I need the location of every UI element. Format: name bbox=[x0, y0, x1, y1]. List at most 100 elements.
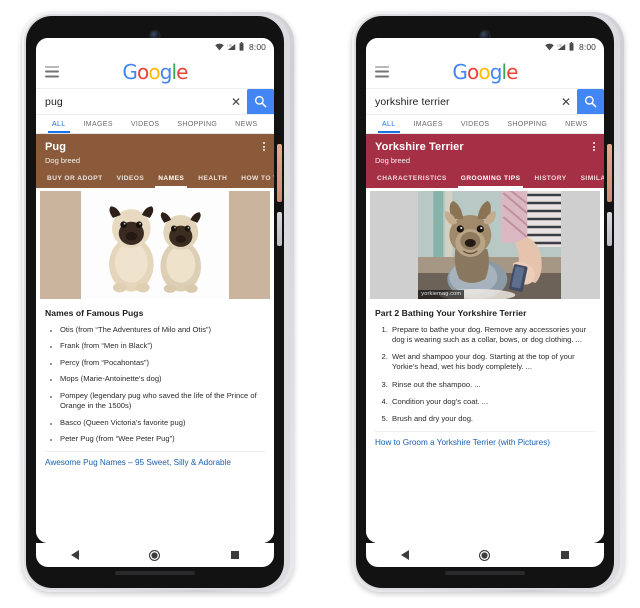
kp-tab-characteristics[interactable]: CHARACTERISTICS bbox=[370, 170, 454, 188]
clear-icon[interactable]: ✕ bbox=[555, 89, 577, 114]
search-bar-left[interactable]: pug ✕ bbox=[36, 88, 274, 115]
article-block-right: Part 2 Bathing Your Yorkshire Terrier Pr… bbox=[366, 299, 604, 447]
serp-tab-shopping[interactable]: SHOPPING bbox=[168, 115, 226, 133]
status-bar-left: LTE 8:00 bbox=[36, 38, 274, 55]
search-input[interactable]: yorkshire terrier bbox=[366, 89, 555, 114]
power-button-right[interactable] bbox=[607, 144, 612, 202]
android-navbar-left[interactable] bbox=[36, 543, 274, 567]
list-item: Rinse out the shampoo. ... bbox=[390, 380, 595, 390]
clear-icon[interactable]: ✕ bbox=[225, 89, 247, 114]
google-header-left: Google bbox=[36, 55, 274, 88]
serp-tab-more[interactable]: MÅ bbox=[267, 115, 274, 133]
list-item: Otis (from “The Adventures of Milo and O… bbox=[60, 325, 265, 335]
serp-tab-images[interactable]: IMAGES bbox=[405, 115, 452, 133]
logo-letter: G bbox=[452, 59, 468, 84]
screenshot-canvas: LTE 8:00 Google pug ✕ ALL IMAGES VIDEOS … bbox=[0, 0, 640, 608]
svg-text:LTE: LTE bbox=[557, 43, 562, 47]
kp-tab-similar-breeds[interactable]: SIMILAR BRE bbox=[574, 170, 604, 188]
google-header-right: Google bbox=[366, 55, 604, 88]
list-item: Brush and dry your dog. bbox=[390, 414, 595, 424]
power-button-left[interactable] bbox=[277, 144, 282, 202]
hero-photo-plate bbox=[418, 190, 561, 299]
back-triangle-icon[interactable] bbox=[71, 550, 80, 560]
page-subtitle: Dog breed bbox=[375, 155, 411, 165]
more-options-icon[interactable] bbox=[593, 142, 595, 152]
search-button[interactable] bbox=[247, 89, 274, 114]
search-bar-right[interactable]: yorkshire terrier ✕ bbox=[366, 88, 604, 115]
more-options-icon[interactable] bbox=[263, 142, 265, 152]
recents-square-icon[interactable] bbox=[230, 551, 239, 559]
serp-tab-shopping[interactable]: SHOPPING bbox=[498, 115, 556, 133]
knowledge-panel-tabs-left[interactable]: BUY OR ADOPT VIDEOS NAMES HEALTH HOW TO … bbox=[36, 169, 274, 188]
kp-tab-how-to-train[interactable]: HOW TO TRAIN bbox=[234, 170, 274, 188]
wifi-icon bbox=[215, 43, 224, 50]
search-input[interactable]: pug bbox=[36, 89, 225, 114]
pug-photo-illustration bbox=[81, 192, 229, 297]
yorkie-photo-illustration bbox=[418, 190, 561, 299]
article-title: Names of Famous Pugs bbox=[45, 307, 144, 318]
article-source-link[interactable]: How to Groom a Yorkshire Terrier (with P… bbox=[375, 431, 595, 447]
volume-button-left[interactable] bbox=[277, 212, 282, 246]
hero-image-yorkie[interactable]: yorkiemag.com bbox=[370, 190, 600, 299]
page-subtitle: Dog breed bbox=[45, 155, 81, 165]
kp-tab-videos[interactable]: VIDEOS bbox=[110, 170, 152, 188]
serp-tab-news[interactable]: NEWS bbox=[226, 115, 266, 133]
kp-tab-grooming-tips[interactable]: GROOMING TIPS bbox=[454, 170, 528, 188]
magnifier-icon bbox=[584, 95, 597, 108]
logo-letter: o bbox=[478, 59, 490, 84]
image-source-label: yorkiemag.com bbox=[418, 289, 465, 299]
list-item: Peter Pug (from “Wee Peter Pug”) bbox=[60, 434, 265, 444]
battery-icon bbox=[569, 42, 574, 51]
serp-tab-news[interactable]: NEWS bbox=[556, 115, 596, 133]
serp-tabs-right[interactable]: ALL IMAGES VIDEOS SHOPPING NEWS MÅ bbox=[366, 115, 604, 134]
serp-tab-videos[interactable]: VIDEOS bbox=[122, 115, 169, 133]
content-area-left: Names of Famous Pugs Otis (from “The Adv… bbox=[36, 187, 274, 543]
article-source-link[interactable]: Awesome Pug Names – 95 Sweet, Silly & Ad… bbox=[45, 450, 265, 467]
google-logo: Google bbox=[122, 59, 188, 84]
logo-letter: e bbox=[176, 59, 188, 84]
serp-tab-videos[interactable]: VIDEOS bbox=[452, 115, 499, 133]
wifi-icon bbox=[545, 43, 554, 50]
article-block-left: Names of Famous Pugs Otis (from “The Adv… bbox=[36, 299, 274, 467]
back-triangle-icon[interactable] bbox=[401, 550, 410, 560]
list-item: Condition your dog’s coat. ... bbox=[390, 397, 595, 407]
page-title: Yorkshire Terrier bbox=[375, 141, 464, 153]
magnifier-icon bbox=[254, 95, 267, 108]
status-clock: 8:00 bbox=[579, 41, 596, 52]
article-title: Part 2 Bathing Your Yorkshire Terrier bbox=[375, 307, 527, 318]
list-item: Mops (Marie-Antoinette’s dog) bbox=[60, 374, 265, 384]
serp-tab-more[interactable]: MÅ bbox=[597, 115, 604, 133]
home-circle-icon[interactable] bbox=[149, 549, 161, 561]
earpiece-speaker bbox=[445, 571, 525, 575]
famous-pug-list: Otis (from “The Adventures of Milo and O… bbox=[45, 325, 265, 445]
cell-signal-icon: LTE bbox=[557, 43, 566, 50]
cell-signal-icon: LTE bbox=[227, 43, 236, 50]
kp-tab-names[interactable]: NAMES bbox=[151, 170, 191, 188]
bathing-steps-list: Prepare to bathe your dog. Remove any ac… bbox=[375, 325, 595, 425]
phone-screen-right: LTE 8:00 Google yorkshire terrier ✕ ALL bbox=[366, 38, 604, 543]
logo-letter: e bbox=[506, 59, 518, 84]
knowledge-panel-tabs-right[interactable]: CHARACTERISTICS GROOMING TIPS HISTORY SI… bbox=[366, 169, 604, 188]
status-bar-right: LTE 8:00 bbox=[366, 38, 604, 55]
hamburger-menu-icon[interactable] bbox=[45, 66, 59, 77]
list-item: Percy (from “Pocahontas”) bbox=[60, 358, 265, 368]
serp-tabs-left[interactable]: ALL IMAGES VIDEOS SHOPPING NEWS MÅ bbox=[36, 115, 274, 134]
kp-tab-history[interactable]: HISTORY bbox=[527, 170, 573, 188]
serp-tab-all[interactable]: ALL bbox=[373, 115, 405, 133]
home-circle-icon[interactable] bbox=[479, 549, 491, 561]
volume-button-right[interactable] bbox=[607, 212, 612, 246]
recents-square-icon[interactable] bbox=[560, 551, 569, 559]
kp-tab-buy-or-adopt[interactable]: BUY OR ADOPT bbox=[40, 170, 110, 188]
hamburger-menu-icon[interactable] bbox=[375, 66, 389, 77]
battery-icon bbox=[239, 42, 244, 51]
hero-image-pug[interactable] bbox=[40, 190, 270, 299]
serp-tab-images[interactable]: IMAGES bbox=[75, 115, 122, 133]
list-item: Basco (Queen Victoria’s favorite pug) bbox=[60, 418, 265, 428]
search-button[interactable] bbox=[577, 89, 604, 114]
serp-tab-all[interactable]: ALL bbox=[43, 115, 75, 133]
kp-tab-health[interactable]: HEALTH bbox=[191, 170, 234, 188]
earpiece-speaker bbox=[115, 571, 195, 575]
logo-letter: o bbox=[148, 59, 160, 84]
logo-letter: G bbox=[122, 59, 138, 84]
android-navbar-right[interactable] bbox=[366, 543, 604, 567]
